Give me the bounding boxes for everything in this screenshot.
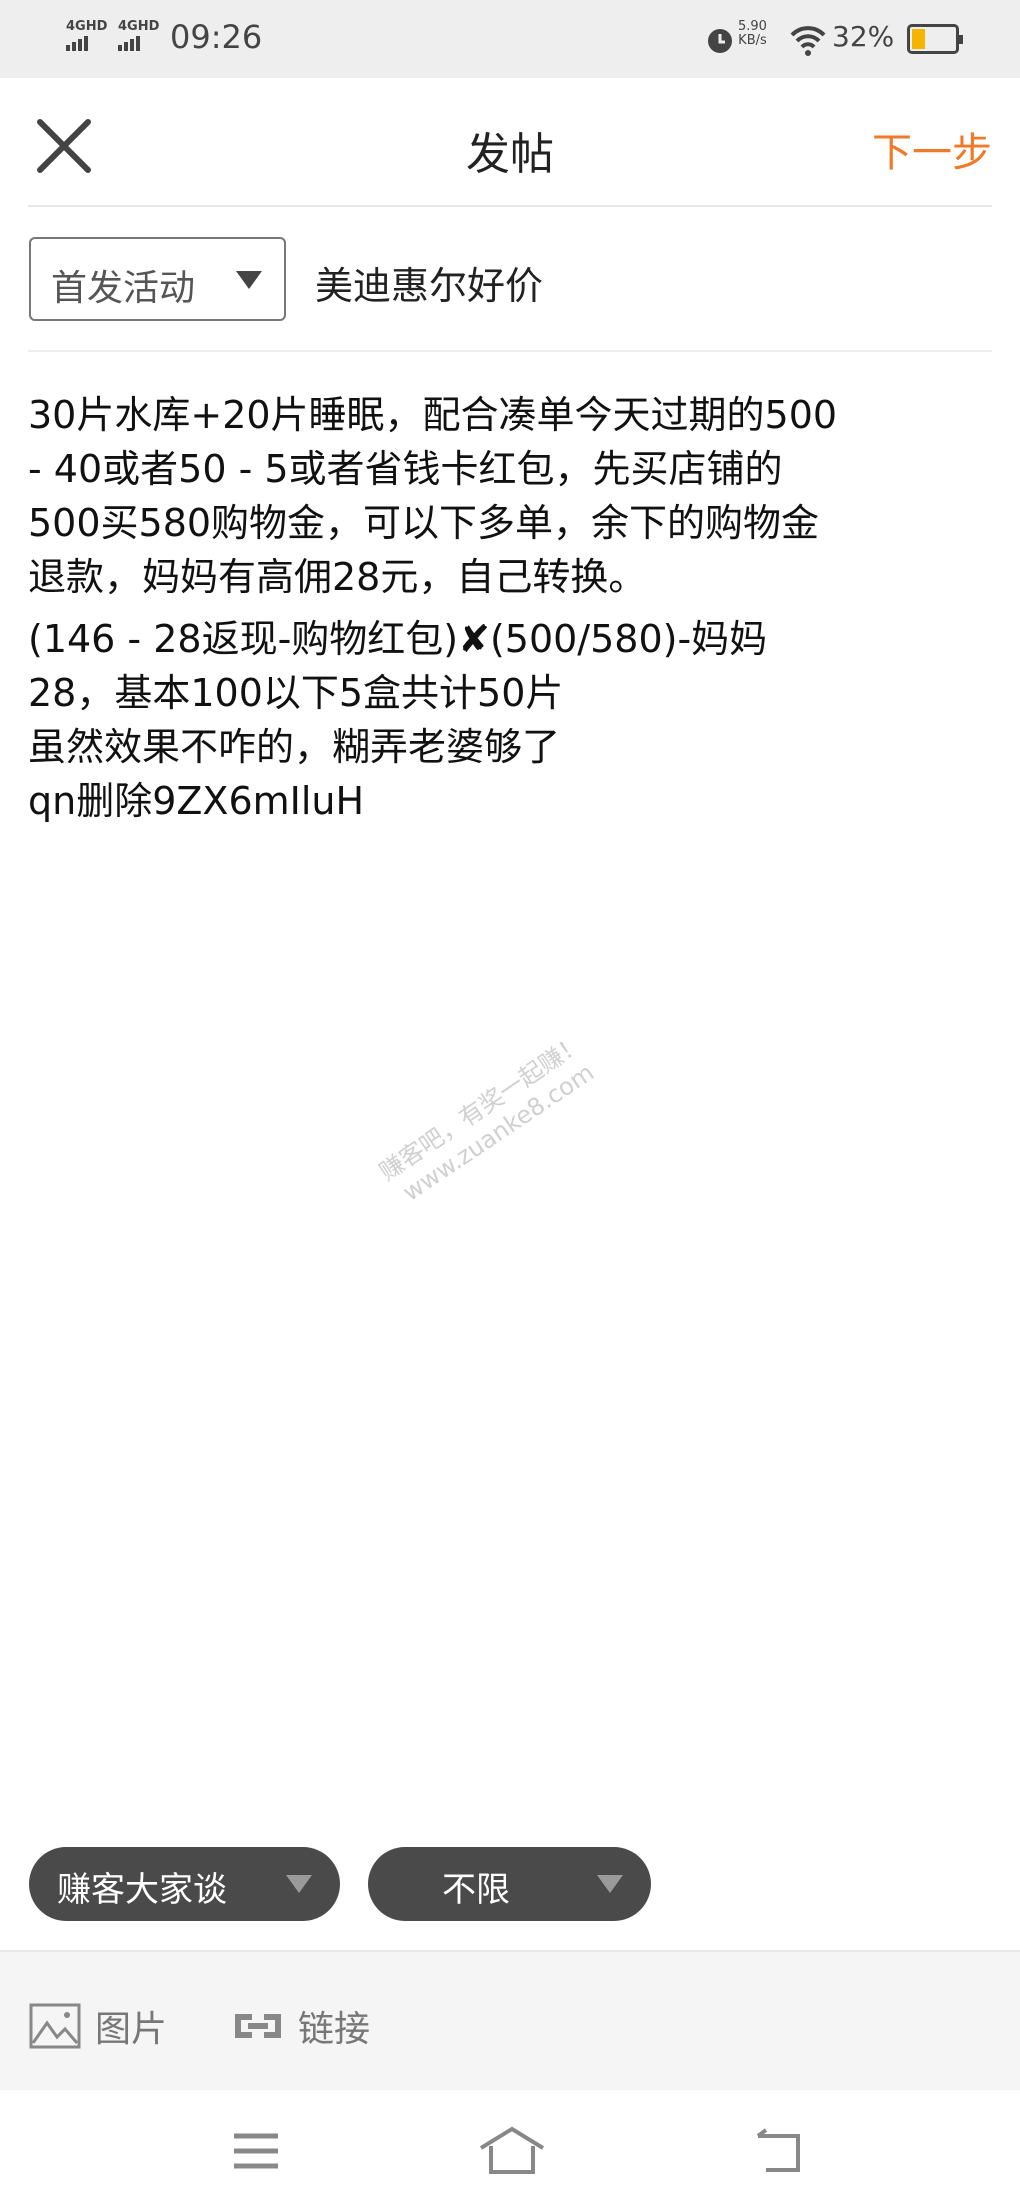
battery-percent: 32% — [832, 20, 895, 53]
link-icon — [235, 2014, 281, 2038]
body-line: 30片水库+20片睡眠，配合凑单今天过期的500 — [28, 393, 838, 437]
category-select[interactable]: 首发活动 — [29, 237, 286, 321]
dropdown-arrow-icon — [597, 1875, 623, 1893]
body-line: 28，基本100以下5盒共计50片 — [28, 671, 564, 715]
insert-link-button[interactable]: 链接 — [232, 2000, 370, 2052]
system-nav-bar — [0, 2090, 1020, 2210]
dropdown-arrow-icon — [286, 1875, 312, 1893]
scope-value: 不限 — [442, 1870, 510, 1910]
image-icon — [29, 2003, 81, 2049]
home-icon[interactable] — [478, 2126, 546, 2176]
battery-icon — [907, 24, 963, 54]
divider — [28, 205, 992, 207]
body-line: 500买580购物金，可以下多单，余下的购物金 — [28, 501, 820, 545]
body-line: 虽然效果不咋的，糊弄老婆够了 — [28, 725, 561, 769]
forum-value: 赚客大家谈 — [57, 1870, 227, 1910]
category-value: 首发活动 — [51, 268, 196, 309]
back-icon[interactable] — [754, 2128, 804, 2174]
watermark: 赚客吧，有奖一起赚！ www.zuanke8.com — [374, 1028, 600, 1207]
dropdown-arrow-icon — [236, 271, 262, 289]
body-textarea[interactable]: 30片水库+20片睡眠，配合凑单今天过期的500 - 40或者50 - 5或者省… — [28, 388, 837, 828]
divider — [28, 350, 992, 352]
body-line: qn删除9ZX6mIluH — [28, 779, 365, 823]
subject-input[interactable]: 美迪惠尔好价 — [315, 255, 543, 310]
signal-icon: 4GHD — [118, 20, 159, 51]
network-speed: 5.90 KB/s — [738, 19, 767, 48]
body-line: 退款，妈妈有高佣28元，自己转换。 — [28, 555, 647, 599]
network-label: 4GHD — [66, 19, 108, 34]
page-title: 发帖 — [466, 129, 554, 180]
next-step-button[interactable]: 下一步 — [872, 120, 992, 178]
toolbar: 图片 链接 — [0, 1950, 1020, 2090]
alarm-icon — [708, 29, 732, 53]
insert-image-button[interactable]: 图片 — [29, 2000, 167, 2052]
network-label: 4GHD — [118, 19, 160, 34]
forum-select[interactable]: 赚客大家谈 — [29, 1847, 340, 1921]
menu-icon[interactable] — [232, 2132, 280, 2170]
body-line: - 40或者50 - 5或者省钱卡红包，先买店铺的 — [28, 447, 783, 491]
wifi-icon — [790, 26, 826, 56]
status-bar: 4GHD 4GHD 09:26 5.90 KB/s 32% — [0, 0, 1020, 78]
clock: 09:26 — [170, 18, 263, 56]
scope-select[interactable]: 不限 — [368, 1847, 651, 1921]
signal-icon: 4GHD — [66, 20, 107, 51]
header: 发帖 下一步 — [0, 78, 1020, 206]
body-line: (146 - 28返现-购物红包)✘(500/580)-妈妈 — [28, 617, 768, 661]
